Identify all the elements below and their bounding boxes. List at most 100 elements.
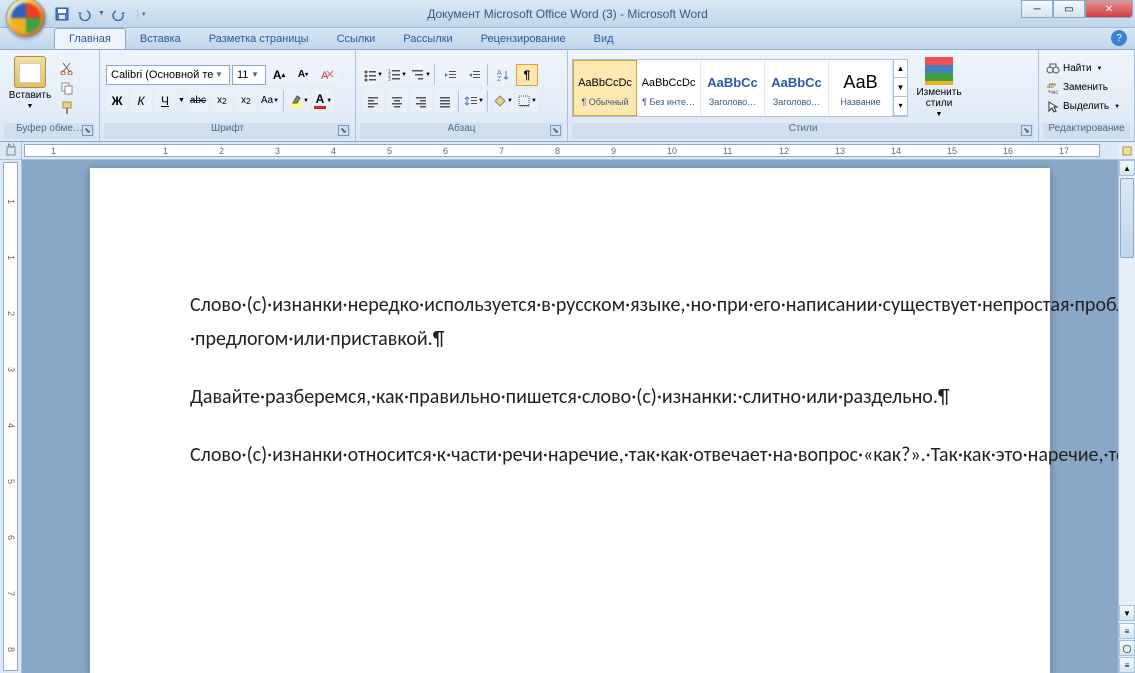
style-gallery: AaBbCcDc ¶ Обычный AaBbCcDc ¶ Без инте… …: [572, 59, 908, 117]
scroll-thumb[interactable]: [1120, 178, 1134, 258]
show-marks-button[interactable]: ¶: [516, 64, 538, 86]
tab-mailings[interactable]: Рассылки: [389, 29, 466, 49]
paste-button[interactable]: Вставить ▼: [4, 55, 56, 121]
format-painter-icon[interactable]: [58, 99, 76, 117]
subscript-button[interactable]: x2: [211, 90, 233, 112]
decrease-indent-button[interactable]: [439, 64, 461, 86]
line-spacing-button[interactable]: ▼: [463, 90, 485, 112]
group-paragraph: ▼ 123▼ ▼ AZ ¶ ▼: [356, 50, 568, 141]
clipboard-launcher[interactable]: ⬊: [82, 125, 93, 136]
justify-button[interactable]: [434, 90, 456, 112]
scroll-up-icon[interactable]: ▲: [1119, 160, 1135, 176]
scroll-down-icon[interactable]: ▼: [1119, 605, 1135, 621]
tab-references[interactable]: Ссылки: [323, 29, 390, 49]
office-button[interactable]: [6, 0, 46, 38]
paragraph[interactable]: Давайте·разберемся,·как·правильно·пишетс…: [190, 380, 950, 414]
tab-home[interactable]: Главная: [54, 28, 126, 49]
copy-icon[interactable]: [58, 79, 76, 97]
style-heading1[interactable]: AaBbCc Заголово…: [701, 60, 765, 116]
ruler-vertical[interactable]: 2112345678: [0, 160, 22, 673]
strike-button[interactable]: abc: [187, 90, 209, 112]
find-button[interactable]: Найти▼: [1043, 61, 1123, 77]
separator: [434, 64, 437, 86]
style-title[interactable]: АаВ Название: [829, 60, 893, 116]
gallery-up-icon[interactable]: ▲: [894, 60, 907, 79]
next-page-icon[interactable]: ≡: [1119, 657, 1135, 673]
tab-insert[interactable]: Вставка: [126, 29, 195, 49]
change-styles-button[interactable]: Изменить стили ▼: [914, 57, 964, 118]
cursor-icon: [1046, 100, 1060, 114]
ribbon: Вставить ▼ Буфер обме… ⬊ Calibri (Основн…: [0, 50, 1135, 142]
browse-object-icon[interactable]: ◯: [1119, 640, 1135, 656]
tab-review[interactable]: Рецензирование: [467, 29, 580, 49]
align-left-button[interactable]: [362, 90, 384, 112]
styles-launcher[interactable]: ⬊: [1021, 125, 1032, 136]
multilevel-button[interactable]: ▼: [410, 64, 432, 86]
select-button[interactable]: Выделить▼: [1043, 99, 1123, 115]
paragraph[interactable]: Слово·(с)·изнанки·нередко·используется·в…: [190, 288, 950, 356]
group-font: Calibri (Основной те▼ 11▼ A▴ A▾ A Ж К Ч …: [100, 50, 356, 141]
vertical-scrollbar[interactable]: ▲ ▼ ≡ ◯ ≡: [1118, 160, 1135, 673]
superscript-button[interactable]: x2: [235, 90, 257, 112]
bullets-button[interactable]: ▼: [362, 64, 384, 86]
ruler-horizontal[interactable]: 211234567891011121314151617: [24, 144, 1100, 157]
increase-indent-button[interactable]: [463, 64, 485, 86]
bold-button[interactable]: Ж: [106, 90, 128, 112]
undo-dropdown-icon[interactable]: ▼: [98, 10, 105, 17]
font-name-combo[interactable]: Calibri (Основной те▼: [106, 65, 230, 85]
tab-layout[interactable]: Разметка страницы: [195, 29, 323, 49]
font-label: Шрифт ⬊: [104, 123, 351, 139]
prev-page-icon[interactable]: ≡: [1119, 623, 1135, 639]
close-button[interactable]: ✕: [1085, 0, 1133, 18]
minimize-button[interactable]: ─: [1021, 0, 1053, 18]
maximize-button[interactable]: ▭: [1053, 0, 1085, 18]
style-heading2[interactable]: AaBbCc Заголово…: [765, 60, 829, 116]
change-case-button[interactable]: Aa▼: [259, 90, 281, 112]
sort-button[interactable]: AZ: [492, 64, 514, 86]
style-normal[interactable]: AaBbCcDc ¶ Обычный: [573, 60, 637, 116]
group-styles: AaBbCcDc ¶ Обычный AaBbCcDc ¶ Без инте… …: [568, 50, 1039, 141]
paragraph[interactable]: Слово·(с)·изнанки·относится·к·части·речи…: [190, 438, 950, 472]
gallery-more-icon[interactable]: ▾: [894, 97, 907, 116]
gallery-down-icon[interactable]: ▼: [894, 78, 907, 97]
replace-button[interactable]: abac Заменить: [1043, 80, 1123, 96]
styles-label: Стили ⬊: [572, 123, 1034, 139]
page[interactable]: Слово·(с)·изнанки·нередко·используется·в…: [90, 168, 1050, 673]
underline-button[interactable]: Ч: [154, 90, 176, 112]
borders-button[interactable]: ▼: [516, 90, 538, 112]
style-no-spacing[interactable]: AaBbCcDc ¶ Без инте…: [637, 60, 701, 116]
redo-icon[interactable]: [111, 6, 127, 22]
document-area: 2112345678 Слово·(с)·изнанки·нередко·исп…: [0, 160, 1135, 673]
shrink-font-button[interactable]: A▾: [292, 64, 314, 86]
paste-icon: [14, 56, 46, 88]
tab-view[interactable]: Вид: [580, 29, 628, 49]
ruler-horizontal-row: 211234567891011121314151617: [0, 142, 1135, 160]
numbering-button[interactable]: 123▼: [386, 64, 408, 86]
save-icon[interactable]: [54, 6, 70, 22]
highlight-button[interactable]: ▼: [288, 90, 310, 112]
align-right-button[interactable]: [410, 90, 432, 112]
font-launcher[interactable]: ⬊: [338, 125, 349, 136]
document-viewport[interactable]: Слово·(с)·изнанки·нередко·используется·в…: [22, 160, 1118, 673]
clipboard-label: Буфер обме… ⬊: [4, 123, 95, 139]
grow-font-button[interactable]: A▴: [268, 64, 290, 86]
clear-format-button[interactable]: A: [316, 64, 338, 86]
separator: [283, 90, 286, 112]
qat-customize-icon[interactable]: ▾: [137, 10, 146, 18]
quick-access-toolbar: ▼ ▾: [54, 6, 145, 22]
group-editing: Найти▼ abac Заменить Выделить▼ Редактиро…: [1039, 50, 1135, 141]
cut-icon[interactable]: [58, 59, 76, 77]
font-size-combo[interactable]: 11▼: [232, 65, 266, 85]
align-center-button[interactable]: [386, 90, 408, 112]
ruler-toggle-icon[interactable]: [1118, 142, 1135, 159]
undo-icon[interactable]: [76, 6, 92, 22]
font-color-button[interactable]: A▼: [312, 90, 334, 112]
paragraph-launcher[interactable]: ⬊: [550, 125, 561, 136]
paste-dropdown-icon[interactable]: ▼: [27, 103, 34, 110]
underline-dropdown-icon[interactable]: ▼: [178, 97, 185, 104]
shading-button[interactable]: ▼: [492, 90, 514, 112]
svg-text:3: 3: [388, 77, 391, 82]
italic-button[interactable]: К: [130, 90, 152, 112]
help-icon[interactable]: ?: [1111, 30, 1127, 46]
title-bar: ▼ ▾ Документ Microsoft Office Word (3) -…: [0, 0, 1135, 28]
